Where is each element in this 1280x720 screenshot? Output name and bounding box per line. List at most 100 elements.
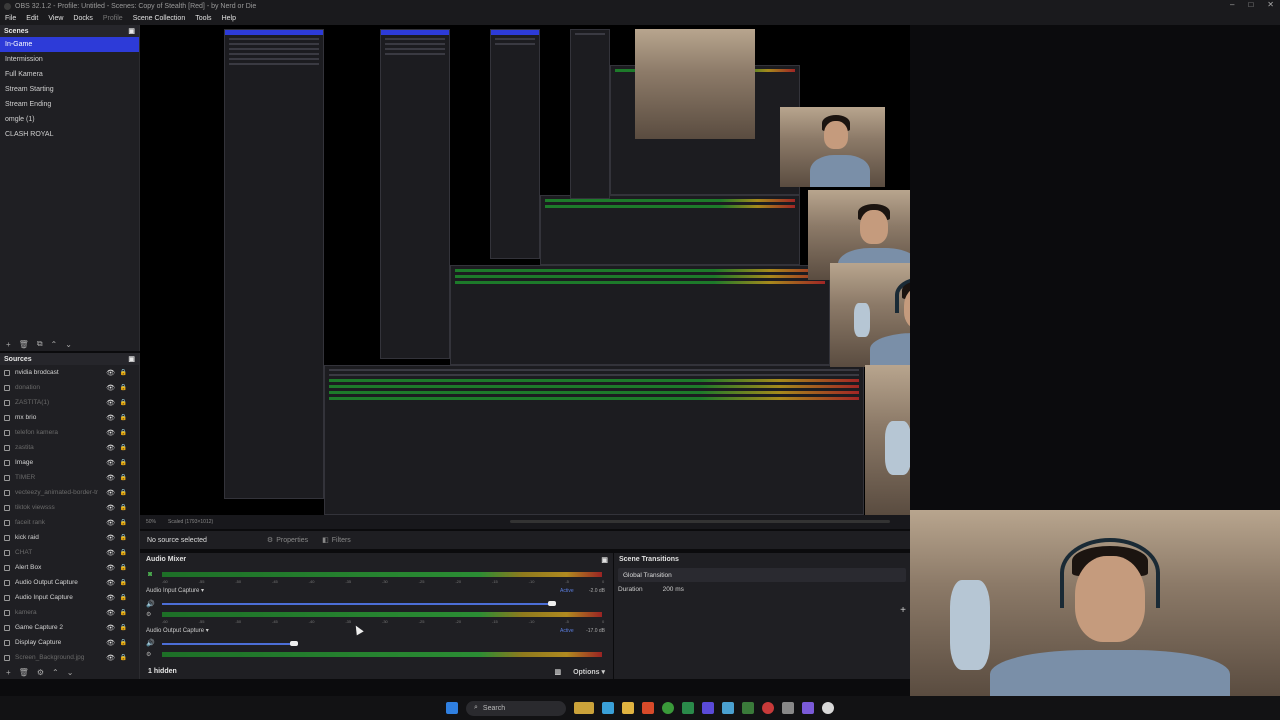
source-item[interactable]: Display Capture 👁 🔒	[0, 635, 139, 650]
lock-icon[interactable]: 🔒	[120, 639, 127, 646]
visibility-eye-icon[interactable]: 👁	[106, 429, 115, 437]
file-explorer-icon[interactable]	[622, 702, 634, 714]
lock-icon[interactable]: 🔒	[120, 429, 127, 436]
menu-file[interactable]: File	[5, 15, 16, 22]
visibility-eye-icon[interactable]: 👁	[106, 519, 115, 527]
transition-select[interactable]: Global Transition	[618, 568, 906, 582]
lock-icon[interactable]: 🔒	[120, 399, 127, 406]
windows-start-icon[interactable]	[446, 702, 458, 714]
visibility-eye-icon[interactable]: 👁	[106, 654, 115, 662]
close-button[interactable]: ✕	[1267, 0, 1274, 9]
scene-item[interactable]: In-Game	[0, 37, 139, 52]
remove-source-button[interactable]: 🗑	[19, 668, 29, 677]
source-item[interactable]: donation 👁 🔒	[0, 380, 139, 395]
volume-slider-output[interactable]	[162, 643, 292, 645]
menu-help[interactable]: Help	[222, 15, 236, 22]
speaker-icon[interactable]: 🔊	[146, 600, 155, 608]
source-item[interactable]: Audio Input Capture 👁 🔒	[0, 590, 139, 605]
dock-undock-icon[interactable]: ▣	[128, 355, 135, 363]
lock-icon[interactable]: 🔒	[120, 489, 127, 496]
edge-icon[interactable]	[602, 702, 614, 714]
source-item[interactable]: ZASTITA(1) 👁 🔒	[0, 395, 139, 410]
source-item[interactable]: tiktok viewsss 👁 🔒	[0, 500, 139, 515]
add-source-button[interactable]: +	[6, 668, 11, 677]
source-item[interactable]: TIMER 👁 🔒	[0, 470, 139, 485]
visibility-eye-icon[interactable]: 👁	[106, 504, 115, 512]
obs-icon[interactable]	[822, 702, 834, 714]
source-item[interactable]: kamera 👁 🔒	[0, 605, 139, 620]
channel-settings-icon[interactable]: ⚙	[146, 611, 151, 618]
scale-mode[interactable]: Scaled (1793×1012)	[168, 519, 213, 525]
scene-item[interactable]: Intermission	[0, 52, 139, 67]
visibility-eye-icon[interactable]: 👁	[106, 414, 115, 422]
lock-icon[interactable]: 🔒	[120, 369, 127, 376]
widget-icon[interactable]	[574, 702, 594, 714]
lock-icon[interactable]: 🔒	[120, 609, 127, 616]
source-item[interactable]: zastita 👁 🔒	[0, 440, 139, 455]
source-item[interactable]: telefon kamera 👁 🔒	[0, 425, 139, 440]
app-icon-1[interactable]	[682, 702, 694, 714]
lock-icon[interactable]: 🔒	[120, 534, 127, 541]
visibility-eye-icon[interactable]: 👁	[106, 624, 115, 632]
app-icon-3[interactable]	[722, 702, 734, 714]
chrome-icon[interactable]	[662, 702, 674, 714]
visibility-eye-icon[interactable]: 👁	[106, 639, 115, 647]
lock-icon[interactable]: 🔒	[120, 654, 127, 661]
lock-icon[interactable]: 🔒	[120, 594, 127, 601]
source-item[interactable]: Audio Output Capture 👁 🔒	[0, 575, 139, 590]
menu-tools[interactable]: Tools	[195, 15, 211, 22]
visibility-eye-icon[interactable]: 👁	[106, 609, 115, 617]
lock-icon[interactable]: 🔒	[120, 504, 127, 511]
preview-horizontal-scrollbar[interactable]	[510, 520, 890, 523]
taskbar-search[interactable]: ⌕ Search	[466, 700, 566, 716]
add-scene-button[interactable]: +	[6, 340, 11, 349]
move-up-button[interactable]: ⌃	[52, 668, 59, 677]
scene-filters-button[interactable]: ⧉	[37, 339, 43, 349]
source-settings-button[interactable]: ⚙	[37, 668, 44, 677]
zoom-level[interactable]: 50%	[146, 519, 156, 525]
lock-icon[interactable]: 🔒	[120, 624, 127, 631]
move-down-button[interactable]: ⌄	[65, 340, 72, 349]
source-item[interactable]: vecteezy_animated-border-tr 👁 🔒	[0, 485, 139, 500]
source-item[interactable]: faceit rank 👁 🔒	[0, 515, 139, 530]
lock-icon[interactable]: 🔒	[120, 459, 127, 466]
properties-button[interactable]: ⚙ Properties	[267, 536, 308, 545]
lock-icon[interactable]: 🔒	[120, 519, 127, 526]
app-icon-2[interactable]	[702, 702, 714, 714]
move-up-button[interactable]: ⌃	[51, 340, 58, 349]
brave-icon[interactable]	[642, 702, 654, 714]
source-item[interactable]: Image 👁 🔒	[0, 455, 139, 470]
visibility-eye-icon[interactable]: 👁	[106, 444, 115, 452]
scene-item[interactable]: omgle (1)	[0, 112, 139, 127]
lock-icon[interactable]: 🔒	[120, 474, 127, 481]
app-icon-5[interactable]	[762, 702, 774, 714]
speaker-icon[interactable]: 🔊	[146, 639, 155, 647]
settings-icon[interactable]	[782, 702, 794, 714]
mixer-layout-icon[interactable]: ▥	[554, 668, 561, 676]
visibility-eye-icon[interactable]: 👁	[106, 474, 115, 482]
volume-slider-knob[interactable]	[290, 641, 298, 646]
menu-view[interactable]: View	[48, 15, 63, 22]
lock-icon[interactable]: 🔒	[120, 444, 127, 451]
add-transition-button[interactable]: +	[900, 605, 906, 616]
source-item[interactable]: Game Capture 2 👁 🔒	[0, 620, 139, 635]
menu-docks[interactable]: Docks	[73, 15, 92, 22]
app-icon-4[interactable]	[742, 702, 754, 714]
source-item[interactable]: Screen_Background.jpg 👁 🔒	[0, 650, 139, 665]
volume-slider-input[interactable]	[162, 603, 552, 605]
source-item[interactable]: Alert Box 👁 🔒	[0, 560, 139, 575]
source-item[interactable]: nvidia brodcast 👁 🔒	[0, 365, 139, 380]
remove-scene-button[interactable]: 🗑	[19, 340, 29, 349]
hidden-count[interactable]: 1 hidden	[148, 668, 177, 675]
minimize-button[interactable]: –	[1230, 0, 1234, 9]
filters-button[interactable]: ◧ Filters	[322, 536, 351, 545]
channel-settings-icon[interactable]: ⚙	[146, 651, 151, 658]
visibility-eye-icon[interactable]: 👁	[106, 534, 115, 542]
preview-canvas[interactable]	[140, 25, 910, 515]
visibility-eye-icon[interactable]: 👁	[106, 399, 115, 407]
scene-item[interactable]: Stream Ending	[0, 97, 139, 112]
visibility-eye-icon[interactable]: 👁	[106, 459, 115, 467]
scene-item[interactable]: Full Kamera	[0, 67, 139, 82]
source-item[interactable]: mx brio 👁 🔒	[0, 410, 139, 425]
visibility-eye-icon[interactable]: 👁	[106, 369, 115, 377]
